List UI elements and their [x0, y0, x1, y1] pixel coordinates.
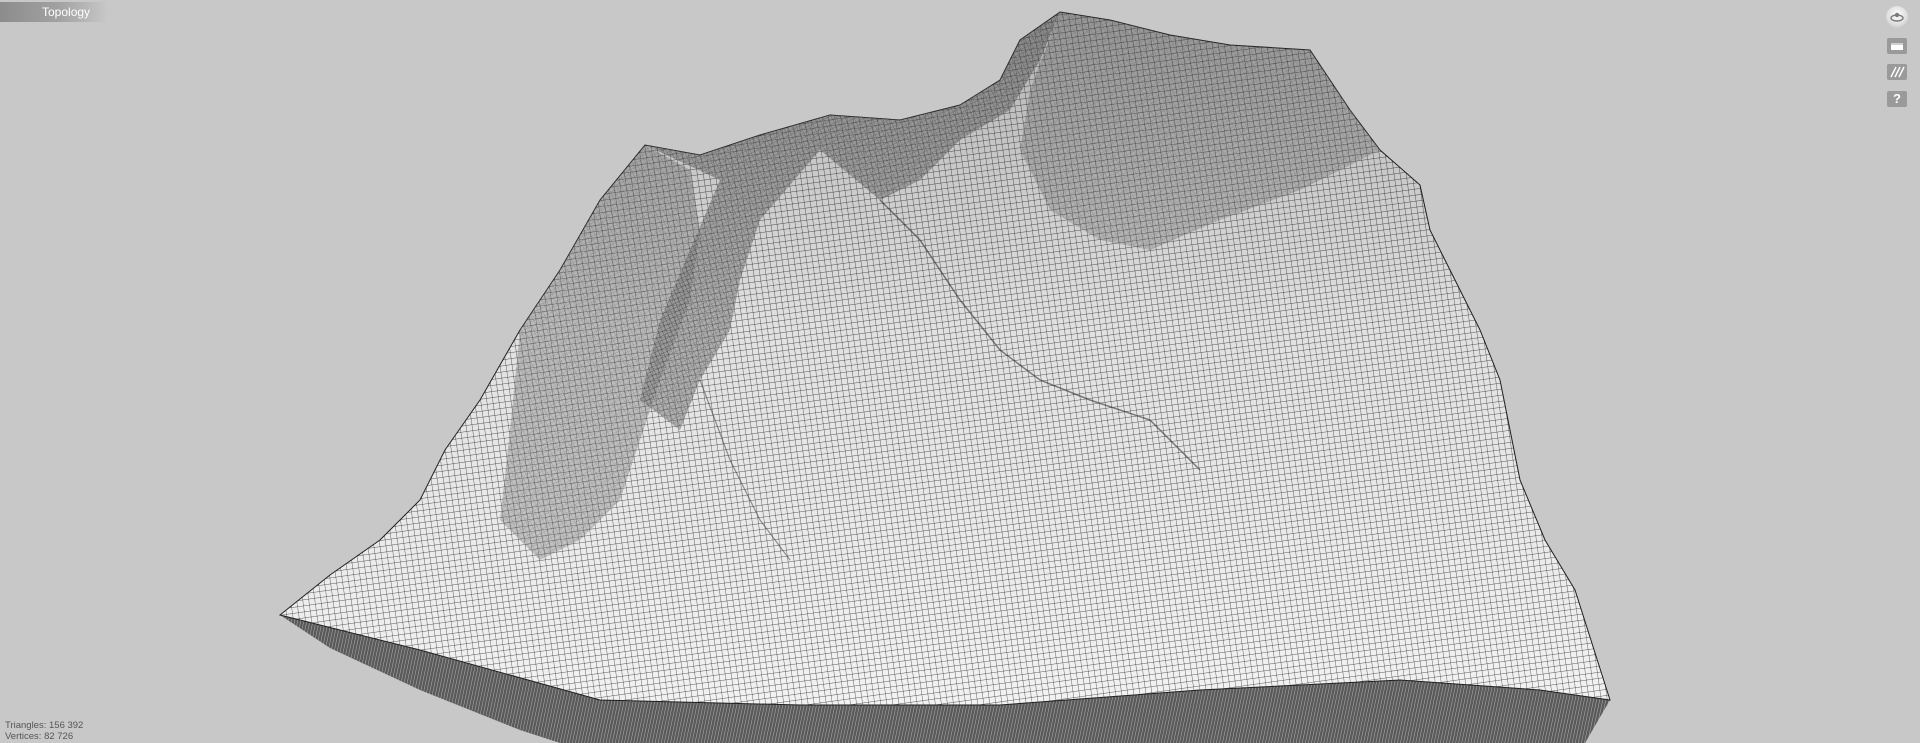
view-orbit-icon	[1890, 12, 1904, 22]
texture-toggle-button[interactable]	[1887, 64, 1907, 80]
viewer-title-label: Topology	[42, 5, 91, 19]
view-orbit-button[interactable]	[1886, 6, 1908, 28]
terrain-shading	[280, 12, 1610, 705]
texture-stripes-icon	[1890, 66, 1905, 78]
panel-icon	[1891, 43, 1903, 50]
vertices-count: Vertices: 82 726	[5, 731, 74, 742]
help-icon: ?	[1893, 91, 1901, 106]
triangles-count: Triangles: 156 392	[5, 720, 84, 731]
3d-viewport[interactable]: Topology ? Triangles: 156 392 Vertices: …	[0, 0, 1920, 743]
viewer-toolbar: ?	[1860, 0, 1920, 120]
terrain-wireframe-mesh[interactable]	[0, 0, 1920, 743]
viewer-title-tab: Topology	[0, 2, 108, 22]
mesh-stats: Triangles: 156 392 Vertices: 82 726	[5, 720, 83, 742]
help-button[interactable]: ?	[1887, 91, 1907, 107]
panel-button[interactable]	[1887, 38, 1907, 54]
